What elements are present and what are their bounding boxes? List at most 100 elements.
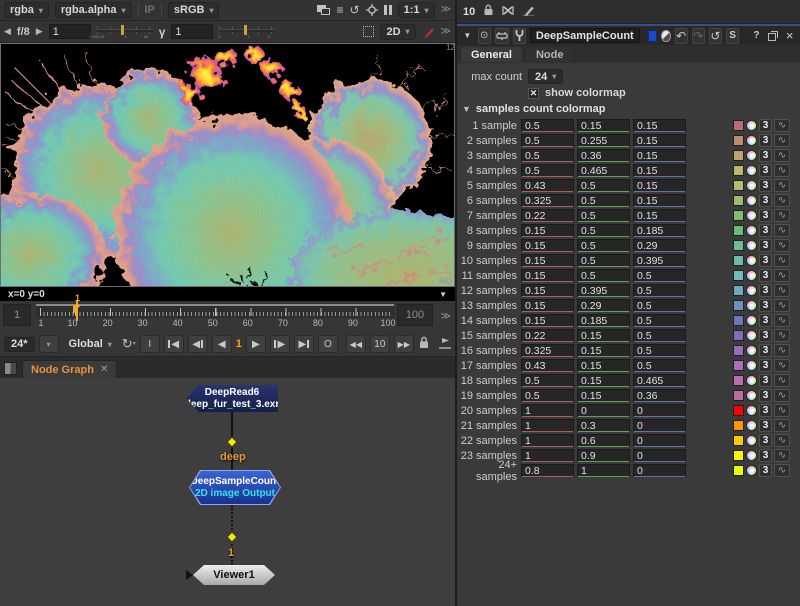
red-value-field[interactable]: 0.15 — [521, 314, 574, 327]
wire-handle-icon[interactable] — [226, 436, 237, 447]
green-value-field[interactable]: 1 — [577, 464, 630, 477]
current-frame-field[interactable]: 1 — [236, 338, 242, 350]
blue-value-field[interactable]: 0 — [633, 419, 686, 432]
green-value-field[interactable]: 0.5 — [577, 269, 630, 282]
red-value-field[interactable]: 0.15 — [521, 269, 574, 282]
color-swatch[interactable] — [733, 450, 744, 461]
wrench-icon[interactable] — [513, 28, 526, 44]
loop-once-button[interactable]: O — [318, 335, 338, 353]
channels-count-button[interactable]: 3 — [759, 404, 772, 417]
animation-curve-icon[interactable]: ∿ — [774, 359, 790, 372]
gain-slider[interactable]: 0.03125164 — [97, 25, 153, 39]
color-wheel-icon[interactable] — [746, 465, 757, 476]
next-keyframe-button[interactable]: ▶ — [270, 335, 290, 353]
color-swatch[interactable] — [733, 375, 744, 386]
red-value-field[interactable]: 0.15 — [521, 224, 574, 237]
animation-curve-icon[interactable]: ∿ — [774, 299, 790, 312]
channels-count-button[interactable]: 3 — [759, 239, 772, 252]
annotate-pen-icon[interactable] — [422, 25, 435, 38]
blue-value-field[interactable]: 0.15 — [633, 134, 686, 147]
red-value-field[interactable]: 0.5 — [521, 164, 574, 177]
blue-value-field[interactable]: 0.395 — [633, 254, 686, 267]
color-wheel-icon[interactable] — [746, 375, 757, 386]
color-swatch[interactable] — [733, 225, 744, 236]
blue-value-field[interactable]: 0.185 — [633, 224, 686, 237]
green-value-field[interactable]: 0.5 — [577, 179, 630, 192]
gain-next-icon[interactable]: ▶ — [36, 26, 43, 37]
color-wheel-icon[interactable] — [746, 165, 757, 176]
color-wheel-icon[interactable] — [746, 225, 757, 236]
color-swatch[interactable] — [733, 315, 744, 326]
red-value-field[interactable]: 0.5 — [521, 374, 574, 387]
channels-count-button[interactable]: 3 — [759, 224, 772, 237]
color-wheel-icon[interactable] — [746, 315, 757, 326]
playhead[interactable]: 1 — [76, 300, 78, 321]
node-graph[interactable]: deep 1 DeepRead6 deep_fur_test_3.exr Dee… — [0, 378, 455, 606]
red-value-field[interactable]: 1 — [521, 419, 574, 432]
blue-value-field[interactable]: 0.15 — [633, 179, 686, 192]
green-value-field[interactable]: 0.185 — [577, 314, 630, 327]
red-value-field[interactable]: 0.5 — [521, 149, 574, 162]
color-swatch[interactable] — [733, 240, 744, 251]
animation-curve-icon[interactable]: ∿ — [774, 149, 790, 162]
max-count-dropdown[interactable]: 24 ▾ — [528, 69, 563, 84]
flipbook-icon[interactable] — [438, 336, 452, 352]
update-icon[interactable]: ↺ — [350, 4, 360, 16]
blue-value-field[interactable]: 0 — [633, 464, 686, 477]
color-wheel-icon[interactable] — [746, 270, 757, 281]
color-swatch[interactable] — [733, 390, 744, 401]
node-deepsamplecount[interactable]: DeepSampleCount 2D image Output — [189, 470, 281, 505]
red-value-field[interactable]: 0.43 — [521, 179, 574, 192]
blue-value-field[interactable]: 0.5 — [633, 329, 686, 342]
red-value-field[interactable]: 0.325 — [521, 194, 574, 207]
red-value-field[interactable]: 0.325 — [521, 344, 574, 357]
script-button[interactable]: S — [726, 28, 739, 44]
color-swatch[interactable] — [733, 405, 744, 416]
green-value-field[interactable]: 0.15 — [577, 359, 630, 372]
show-colormap-checkbox[interactable]: ✕ — [528, 88, 539, 99]
channels-count-button[interactable]: 3 — [759, 119, 772, 132]
tab-node[interactable]: Node — [525, 46, 575, 62]
colorspace-dropdown[interactable]: sRGB ▾ — [168, 2, 220, 18]
animation-curve-icon[interactable]: ∿ — [774, 434, 790, 447]
color-swatch[interactable] — [733, 270, 744, 281]
roi-icon[interactable] — [366, 4, 378, 16]
channels-count-button[interactable]: 3 — [759, 299, 772, 312]
blue-value-field[interactable]: 0.29 — [633, 239, 686, 252]
red-value-field[interactable]: 0.15 — [521, 254, 574, 267]
color-swatch[interactable] — [733, 120, 744, 131]
channels-count-button[interactable]: 3 — [759, 179, 772, 192]
blue-value-field[interactable]: 0.5 — [633, 269, 686, 282]
color-swatch[interactable] — [733, 345, 744, 356]
green-value-field[interactable]: 0.5 — [577, 254, 630, 267]
red-value-field[interactable]: 1 — [521, 434, 574, 447]
channels-count-button[interactable]: 3 — [759, 269, 772, 282]
blue-value-field[interactable]: 0.465 — [633, 374, 686, 387]
blue-value-field[interactable]: 0.5 — [633, 314, 686, 327]
panel-collapse-icon[interactable]: ▼ — [461, 28, 474, 44]
color-swatch[interactable] — [733, 210, 744, 221]
animation-curve-icon[interactable]: ∿ — [774, 464, 790, 477]
channels-count-button[interactable]: 3 — [759, 374, 772, 387]
green-value-field[interactable]: 0.5 — [577, 239, 630, 252]
animation-curve-icon[interactable]: ∿ — [774, 224, 790, 237]
skip-forward-button[interactable]: ▶▶ — [394, 335, 414, 353]
animation-curve-icon[interactable]: ∿ — [774, 284, 790, 297]
goto-start-button[interactable]: ◀ — [164, 335, 184, 353]
color-wheel-icon[interactable] — [746, 420, 757, 431]
hide-input-icon[interactable] — [495, 28, 509, 44]
gl-color-swatch[interactable] — [661, 30, 670, 42]
tab-close-icon[interactable]: ✕ — [100, 364, 108, 375]
color-swatch[interactable] — [733, 330, 744, 341]
color-swatch[interactable] — [733, 180, 744, 191]
close-panel-icon[interactable]: × — [783, 28, 796, 44]
blue-value-field[interactable]: 0.15 — [633, 194, 686, 207]
channels-count-button[interactable]: 3 — [759, 164, 772, 177]
blue-value-field[interactable]: 0 — [633, 404, 686, 417]
gain-prev-icon[interactable]: ◀ — [4, 26, 11, 37]
color-wheel-icon[interactable] — [746, 210, 757, 221]
red-value-field[interactable]: 0.15 — [521, 239, 574, 252]
color-swatch[interactable] — [733, 255, 744, 266]
blue-value-field[interactable]: 0.5 — [633, 359, 686, 372]
input-process-button[interactable]: IP — [145, 4, 155, 16]
